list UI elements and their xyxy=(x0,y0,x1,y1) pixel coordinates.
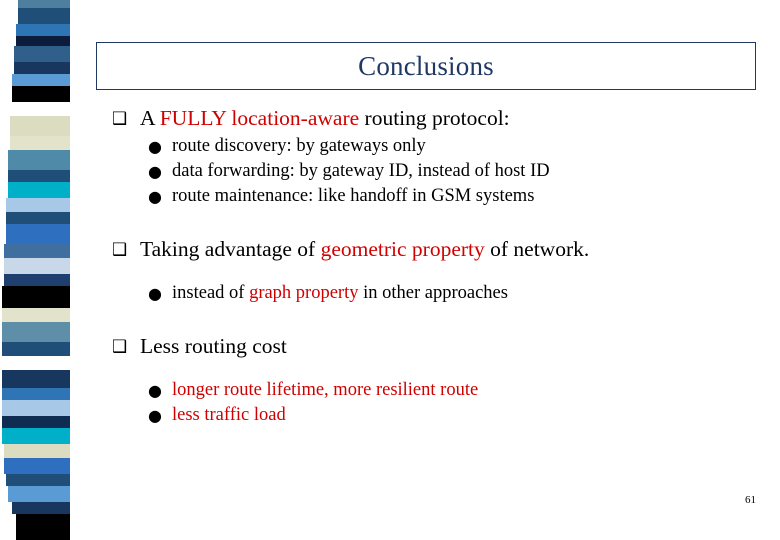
bullet-level2: ● data forwarding: by gateway ID, instead… xyxy=(96,159,764,184)
bullet-level2: ● route discovery: by gateways only xyxy=(96,134,764,159)
bullet-text-segment: Taking advantage of xyxy=(140,237,321,261)
bullet-text-segment: graph property xyxy=(249,283,359,303)
decoration-stripe xyxy=(10,102,70,116)
decoration-stripe xyxy=(16,24,70,36)
page-number: 61 xyxy=(745,494,756,506)
decoration-stripe xyxy=(2,342,70,356)
decoration-stripe xyxy=(2,322,70,342)
square-bullet-icon: ❑ xyxy=(112,109,128,129)
bullet-text-segment: geometric property xyxy=(320,237,485,261)
decoration-stripe xyxy=(12,502,70,514)
bullet-level1: ❑ Less routing cost xyxy=(96,332,764,360)
bullet-text-segment: data forwarding: by gateway ID, instead … xyxy=(172,161,550,181)
decoration-stripe xyxy=(6,224,70,244)
slide-content: ❑ A FULLY location-aware routing protocol… xyxy=(96,104,764,428)
decoration-stripe xyxy=(16,514,70,540)
decoration-stripe xyxy=(4,444,70,458)
decoration-stripe xyxy=(6,212,70,224)
bullet-level2: ● longer route lifetime, more resilient r… xyxy=(96,378,764,403)
decoration-stripe xyxy=(2,400,70,416)
left-stripe-column xyxy=(0,0,78,540)
decoration-stripe xyxy=(10,136,70,150)
decoration-stripe xyxy=(2,308,70,322)
decoration-stripe xyxy=(8,150,70,170)
decoration-stripe xyxy=(8,486,70,502)
decoration-stripe xyxy=(6,474,70,486)
bullet-text: A FULLY location-aware routing protocol: xyxy=(140,106,510,130)
bullet-text-segment: A xyxy=(140,106,160,130)
decoration-stripe xyxy=(18,8,70,24)
decoration-stripe xyxy=(2,286,70,308)
page-title: Conclusions xyxy=(358,50,494,81)
decoration-stripe xyxy=(14,46,70,62)
bullet-text: less traffic load xyxy=(172,405,286,425)
decoration-stripe xyxy=(2,416,70,428)
bullet-text-segment: less traffic load xyxy=(172,405,286,425)
round-bullet-icon: ● xyxy=(148,284,162,303)
decoration-stripe xyxy=(8,170,70,182)
bullet-text: Less routing cost xyxy=(140,334,287,358)
bullet-level2: ● route maintenance: like handoff in GSM … xyxy=(96,184,764,209)
bullet-text-segment: Less routing cost xyxy=(140,334,287,358)
round-bullet-icon: ● xyxy=(148,406,162,425)
bullet-text: route discovery: by gateways only xyxy=(172,136,426,156)
bullet-level2: ● instead of graph property in other appr… xyxy=(96,281,764,306)
decoration-stripe xyxy=(16,36,70,46)
decoration-stripe xyxy=(4,274,70,286)
decoration-stripe xyxy=(2,356,70,370)
decoration-stripe xyxy=(6,198,70,212)
round-bullet-icon: ● xyxy=(148,187,162,206)
bullet-text-segment: longer route lifetime, more resilient ro… xyxy=(172,380,479,400)
bullet-text: data forwarding: by gateway ID, instead … xyxy=(172,161,550,181)
decoration-stripe xyxy=(18,0,70,8)
bullet-text: route maintenance: like handoff in GSM s… xyxy=(172,186,534,206)
round-bullet-icon: ● xyxy=(148,162,162,181)
slide: Conclusions ❑ A FULLY location-aware rout… xyxy=(0,0,780,540)
bullet-text-segment: in other approaches xyxy=(358,283,508,303)
bullet-text: instead of graph property in other appro… xyxy=(172,283,508,303)
bullet-text: Taking advantage of geometric property o… xyxy=(140,237,589,261)
bullet-text-segment: routing protocol: xyxy=(359,106,510,130)
bullet-text-segment: route maintenance: like handoff in GSM s… xyxy=(172,186,535,206)
title-box: Conclusions xyxy=(96,42,756,90)
decoration-stripe xyxy=(4,244,70,258)
decoration-stripe xyxy=(2,370,70,388)
decoration-stripe xyxy=(2,428,70,444)
bullet-text-segment: instead of xyxy=(172,283,250,303)
bullet-text-segment: of network. xyxy=(484,237,590,261)
bullet-level1: ❑ A FULLY location-aware routing protocol… xyxy=(96,104,764,132)
decoration-stripe xyxy=(12,74,70,86)
decoration-stripe xyxy=(8,182,70,198)
bullet-text: longer route lifetime, more resilient ro… xyxy=(172,380,478,400)
decoration-stripe xyxy=(4,258,70,274)
decoration-stripe xyxy=(10,116,70,136)
bullet-level2: ● less traffic load xyxy=(96,403,764,428)
bullet-text-segment: FULLY location-aware xyxy=(159,106,360,130)
decoration-stripe xyxy=(12,86,70,102)
round-bullet-icon: ● xyxy=(148,137,162,156)
square-bullet-icon: ❑ xyxy=(112,240,128,260)
bullet-text-segment: route discovery: by gateways only xyxy=(172,136,426,156)
decoration-stripe xyxy=(4,458,70,474)
round-bullet-icon: ● xyxy=(148,381,162,400)
bullet-level1: ❑ Taking advantage of geometric property … xyxy=(96,235,764,263)
decoration-stripe xyxy=(14,62,70,74)
decoration-stripe xyxy=(2,388,70,400)
square-bullet-icon: ❑ xyxy=(112,337,128,357)
